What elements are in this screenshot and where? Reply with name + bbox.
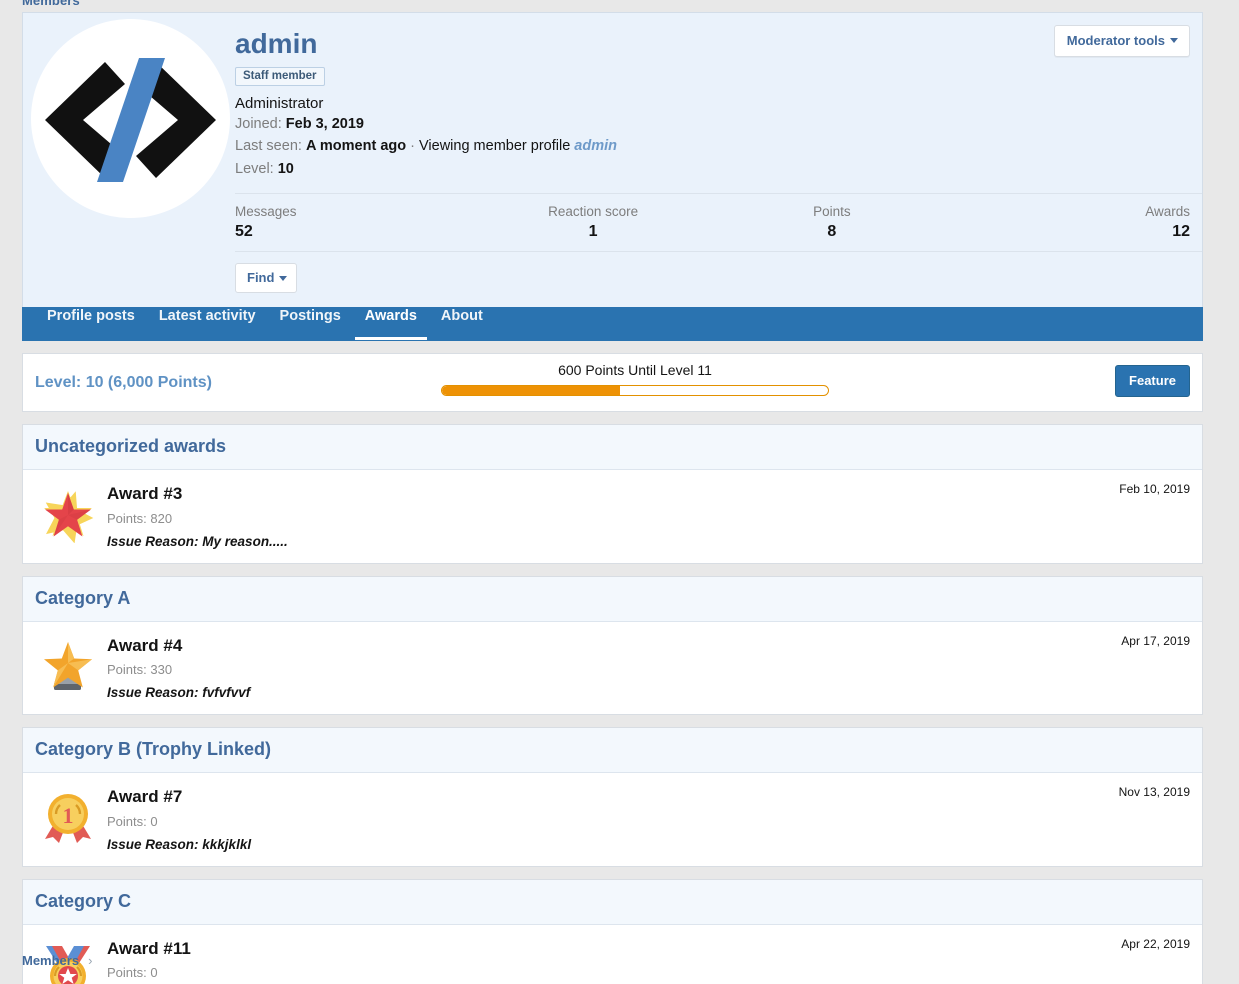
award-title: Award #4 — [107, 636, 250, 656]
award-body: Award #7 Points: 0 Issue Reason: kkkjklk… — [107, 785, 251, 851]
member-header-card: Moderator tools admin Staff member Admin… — [22, 12, 1203, 307]
profile-tabs: Profile posts Latest activity Postings A… — [22, 307, 1203, 341]
profile-wrapper: Moderator tools admin Staff member Admin… — [22, 12, 1203, 984]
stat-label: Messages — [235, 204, 474, 219]
award-body: Award #4 Points: 330 Issue Reason: fvfvf… — [107, 634, 250, 700]
level-progress: 600 Points Until Level 11 — [441, 362, 829, 396]
stat-label: Reaction score — [474, 204, 713, 219]
tab-profile-posts[interactable]: Profile posts — [37, 303, 145, 340]
progress-track — [441, 385, 829, 396]
first-place-rosette-icon: 1 — [35, 785, 101, 851]
stat-value: 8 — [713, 223, 952, 241]
stat-value: 52 — [235, 223, 474, 241]
progress-fill — [442, 386, 620, 395]
award-date: Feb 10, 2019 — [1119, 482, 1190, 496]
staff-banner: Staff member — [235, 67, 325, 86]
find-row: Find — [235, 251, 1202, 307]
breadcrumb-item-members[interactable]: Members — [22, 953, 79, 968]
stats-bar: Messages 52 Reaction score 1 Points 8 Aw… — [235, 193, 1202, 251]
level-label: Level: — [235, 161, 274, 177]
stat-label: Awards — [951, 204, 1190, 219]
stat-messages[interactable]: Messages 52 — [235, 204, 474, 241]
award-row[interactable]: Award #4 Points: 330 Issue Reason: fvfvf… — [23, 622, 1202, 714]
tab-postings[interactable]: Postings — [270, 303, 351, 340]
award-date: Nov 13, 2019 — [1119, 785, 1190, 799]
joined-label: Joined: — [235, 116, 282, 132]
award-points: Points: 0 — [107, 965, 249, 980]
award-title: Award #11 — [107, 939, 249, 959]
progress-label: 600 Points Until Level 11 — [441, 362, 829, 378]
find-button-label: Find — [247, 270, 274, 285]
award-body: Award #3 Points: 820 Issue Reason: My re… — [107, 482, 288, 548]
award-date: Apr 22, 2019 — [1121, 937, 1190, 951]
find-button[interactable]: Find — [235, 263, 297, 293]
chevron-down-icon — [1170, 38, 1178, 43]
stat-value: 1 — [474, 223, 713, 241]
level-summary: Level: 10 (6,000 Points) — [35, 374, 212, 392]
level-row: Level: 10 — [235, 160, 1202, 180]
award-points: Points: 0 — [107, 814, 251, 829]
moderator-tools-button[interactable]: Moderator tools — [1054, 25, 1190, 57]
award-points: Points: 330 — [107, 662, 250, 677]
activity-text: Viewing member profile — [419, 138, 570, 154]
level-progress-block: Level: 10 (6,000 Points) 600 Points Unti… — [22, 353, 1203, 412]
chevron-down-icon — [279, 276, 287, 281]
breadcrumb: Members › — [22, 953, 92, 968]
award-row[interactable]: Award #11 Points: 0 Issue Reason: testtt… — [23, 925, 1202, 984]
award-category-a: Category A Award #4 Points: 330 — [22, 576, 1203, 715]
award-reason: Issue Reason: fvfvfvvf — [107, 685, 250, 700]
avatar[interactable] — [31, 19, 230, 218]
moderator-tools-label: Moderator tools — [1067, 33, 1165, 48]
award-category-b: Category B (Trophy Linked) 1 Award #7 — [22, 727, 1203, 866]
code-brackets-logo-icon — [43, 54, 218, 184]
tab-awards[interactable]: Awards — [355, 303, 427, 340]
stat-awards[interactable]: Awards 12 — [951, 204, 1190, 241]
level-value: 10 — [278, 161, 294, 177]
award-points: Points: 820 — [107, 511, 288, 526]
breadcrumb-separator-icon: › — [88, 953, 92, 968]
award-body: Award #11 Points: 0 Issue Reason: testtt… — [107, 937, 249, 984]
stat-label: Points — [713, 204, 952, 219]
award-reason: Issue Reason: My reason..... — [107, 534, 288, 549]
last-seen-row: Last seen: A moment ago · Viewing member… — [235, 137, 1202, 157]
award-row[interactable]: 1 Award #7 Points: 0 Issue Reason: kkkjk… — [23, 773, 1202, 865]
category-title: Category B (Trophy Linked) — [23, 728, 1202, 773]
category-title: Category C — [23, 880, 1202, 925]
last-seen-value: A moment ago — [306, 138, 406, 154]
gold-star-trophy-icon — [35, 634, 101, 700]
stat-reaction-score[interactable]: Reaction score 1 — [474, 204, 713, 241]
award-reason: Issue Reason: kkkjklkl — [107, 837, 251, 852]
category-title: Category A — [23, 577, 1202, 622]
award-date: Apr 17, 2019 — [1121, 634, 1190, 648]
tab-about[interactable]: About — [431, 303, 493, 340]
stat-points[interactable]: Points 8 — [713, 204, 952, 241]
feature-button[interactable]: Feature — [1115, 365, 1190, 397]
award-title: Award #7 — [107, 787, 251, 807]
stat-value: 12 — [951, 223, 1190, 241]
member-profile-page: Members Moderator tools admin Staff memb… — [0, 0, 1239, 984]
last-seen-separator: · — [406, 138, 419, 154]
tab-latest-activity[interactable]: Latest activity — [149, 303, 266, 340]
activity-user-link[interactable]: admin — [574, 138, 617, 154]
last-seen-label: Last seen: — [235, 138, 302, 154]
award-title: Award #3 — [107, 484, 288, 504]
user-title: Administrator — [235, 95, 1202, 112]
top-breadcrumb[interactable]: Members — [22, 0, 80, 8]
joined-row: Joined: Feb 3, 2019 — [235, 115, 1202, 135]
award-category-uncategorized: Uncategorized awards Award #3 Points: 82… — [22, 424, 1203, 563]
award-row[interactable]: Award #3 Points: 820 Issue Reason: My re… — [23, 470, 1202, 562]
joined-value: Feb 3, 2019 — [286, 116, 364, 132]
svg-text:1: 1 — [63, 803, 74, 828]
red-star-award-icon — [35, 482, 101, 548]
category-title: Uncategorized awards — [23, 425, 1202, 470]
award-category-c: Category C — [22, 879, 1203, 984]
